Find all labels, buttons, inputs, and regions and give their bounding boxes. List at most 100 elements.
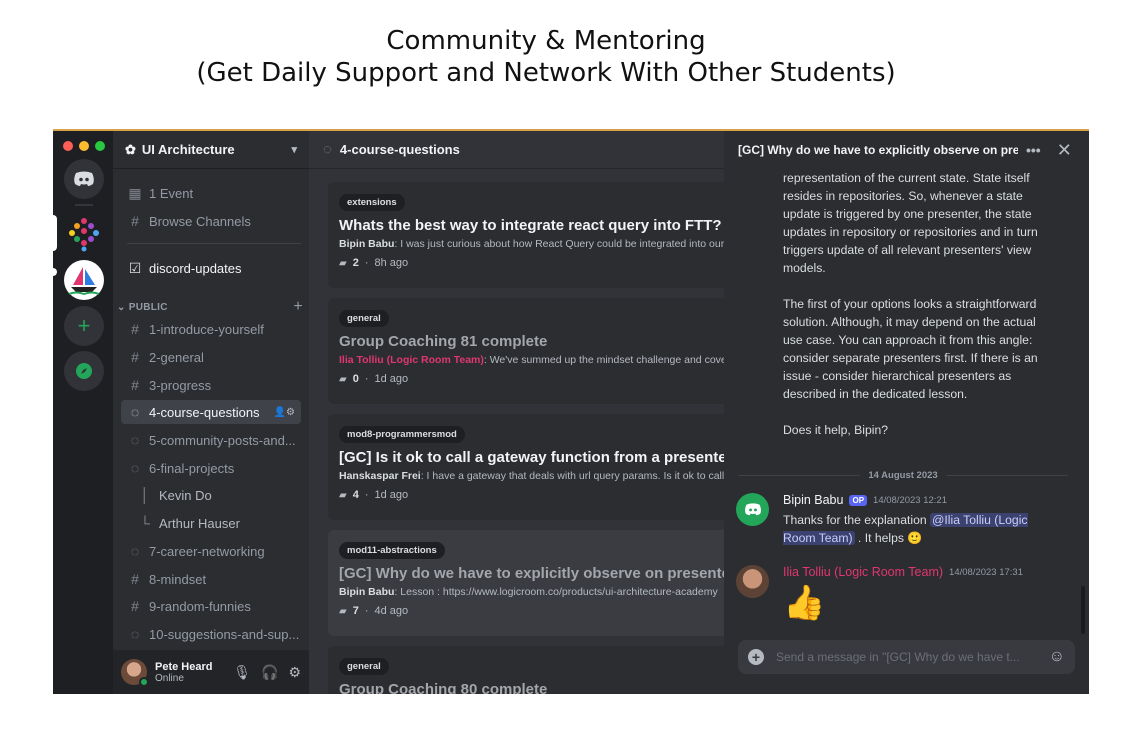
channel-8-mindset[interactable]: # 8-mindset: [121, 567, 301, 591]
user-name: Pete Heard: [155, 660, 213, 673]
thread-arthur-hauser[interactable]: └ Arthur Hauser: [131, 511, 311, 535]
post-author: Bipin Babu: [339, 586, 395, 598]
post-tag[interactable]: general: [339, 310, 389, 327]
channel-9-random-funnies[interactable]: # 9-random-funnies: [121, 594, 301, 618]
channel-label: 7-career-networking: [149, 543, 265, 559]
forum-icon: ◌: [323, 141, 332, 158]
channel-label: 1-introduce-yourself: [149, 321, 264, 337]
server-header[interactable]: ✿ UI Architecture ▾: [113, 131, 309, 169]
message-timestamp: 14/08/2023 12:21: [873, 494, 947, 506]
message: Bipin Babu OP 14/08/2023 12:21 Thanks fo…: [736, 493, 1076, 553]
thread-header: [GC] Why do we have to explicitly observ…: [724, 131, 1089, 169]
gear-icon[interactable]: ⚙: [288, 664, 301, 681]
message-author[interactable]: Bipin Babu: [783, 493, 843, 507]
forum-icon: ◌: [130, 460, 140, 476]
message-composer[interactable]: + Send a message in "[GC] Why do we have…: [738, 640, 1075, 674]
close-window-button[interactable]: [63, 141, 73, 151]
post-title: [GC] Is it ok to call a gateway function…: [339, 449, 733, 466]
message-count-icon: ▰: [339, 257, 347, 269]
logic-room-icon: [69, 218, 99, 252]
hash-icon: #: [131, 598, 139, 614]
close-icon[interactable]: ✕: [1057, 140, 1072, 161]
channel-1-introduce-yourself[interactable]: # 1-introduce-yourself: [121, 317, 301, 341]
message-count-icon: ▰: [339, 605, 347, 617]
thread-label: Kevin Do: [159, 487, 212, 503]
minimize-window-button[interactable]: [79, 141, 89, 151]
post-author: Ilia Tolliu (Logic Room Team): [339, 354, 484, 366]
emoji-picker-icon[interactable]: ☺: [1049, 648, 1065, 666]
sailboat-icon: [68, 267, 100, 295]
discord-home-button[interactable]: [64, 159, 104, 199]
channel-5-community-posts[interactable]: ◌ 5-community-posts-and...: [121, 428, 301, 452]
post-author: Bipin Babu: [339, 238, 395, 250]
forum-post[interactable]: general Group Coaching 80 complete: [328, 646, 748, 694]
message-count: 0: [352, 373, 359, 385]
message-author[interactable]: Ilia Tolliu (Logic Room Team): [783, 565, 943, 579]
avatar[interactable]: [121, 659, 149, 687]
forum-post-selected[interactable]: mod11-abstractions [GC] Why do we have t…: [328, 530, 748, 636]
microphone-icon[interactable]: 🎙: [233, 664, 251, 681]
message-count: 7: [352, 605, 359, 617]
hash-icon: #: [131, 349, 139, 365]
channel-7-career-networking[interactable]: ◌ 7-career-networking: [121, 539, 301, 563]
thread-kevin-do[interactable]: │ Kevin Do: [131, 483, 311, 507]
channel-label: 10-suggestions-and-sup...: [149, 626, 300, 642]
more-options-icon[interactable]: •••: [1026, 142, 1041, 158]
category-public[interactable]: ⌄ PUBLIC +: [117, 298, 303, 316]
op-badge: OP: [849, 494, 868, 506]
headphones-icon[interactable]: 🎧: [261, 664, 278, 681]
scrollbar[interactable]: [1081, 586, 1085, 634]
post-age: 1d ago: [374, 373, 409, 385]
message-timestamp: 14/08/2023 17:31: [949, 566, 1023, 578]
forum-post[interactable]: extensions Whats the best way to integra…: [328, 182, 748, 288]
thread-panel: [GC] Why do we have to explicitly observ…: [724, 131, 1089, 694]
user-status: Online: [155, 672, 184, 684]
avatar[interactable]: [736, 565, 769, 598]
forum-post[interactable]: mod8-programmersmod [GC] Is it ok to cal…: [328, 414, 748, 520]
post-tag[interactable]: general: [339, 658, 389, 675]
events-link[interactable]: ▦ 1 Event: [121, 181, 301, 205]
channel-discord-updates[interactable]: ☑ discord-updates: [121, 256, 301, 280]
create-channel-button[interactable]: +: [293, 298, 303, 316]
post-tag[interactable]: mod8-programmersmod: [339, 426, 465, 443]
channel-6-final-projects[interactable]: ◌ 6-final-projects: [121, 456, 301, 480]
channel-10-suggestions[interactable]: ◌ 10-suggestions-and-sup...: [121, 622, 301, 646]
page-heading-line-2: (Get Daily Support and Network With Othe…: [196, 58, 896, 88]
channel-4-course-questions[interactable]: ◌ 4-course-questions 👤⚙: [121, 400, 301, 424]
add-server-button[interactable]: +: [64, 306, 104, 346]
explore-servers-button[interactable]: [64, 351, 104, 391]
message-count-icon: ▰: [339, 489, 347, 501]
forum-channel: ◌ 4-course-questions extensions Whats th…: [309, 131, 748, 694]
post-age: 4d ago: [374, 605, 409, 617]
channel-3-progress[interactable]: # 3-progress: [121, 373, 301, 397]
server-logic-room[interactable]: [64, 213, 104, 253]
thumbs-up-emoji: 👍: [783, 584, 826, 622]
post-title: Group Coaching 80 complete: [339, 681, 548, 694]
message-body-continued: representation of the current state. Sta…: [783, 169, 1043, 457]
maximize-window-button[interactable]: [95, 141, 105, 151]
server-ui-architecture[interactable]: [64, 260, 104, 300]
channel-label: 9-random-funnies: [149, 598, 251, 614]
post-tag[interactable]: extensions: [339, 194, 405, 211]
message-count: 2: [352, 257, 359, 269]
channel-label: 2-general: [149, 349, 204, 365]
thread-label: Arthur Hauser: [159, 515, 240, 531]
hash-icon: #: [131, 377, 139, 393]
attach-icon[interactable]: +: [748, 649, 764, 665]
browse-channels-icon: #: [131, 213, 139, 229]
avatar[interactable]: [736, 493, 769, 526]
message-count: 4: [352, 489, 359, 501]
post-tag[interactable]: mod11-abstractions: [339, 542, 445, 559]
composer-placeholder[interactable]: Send a message in "[GC] Why do we have t…: [776, 650, 1021, 664]
forum-post[interactable]: general Group Coaching 81 complete Ilia …: [328, 298, 748, 404]
channel-header: ◌ 4-course-questions: [309, 131, 724, 169]
discord-window: + ✿ UI Architecture ▾ ▦ 1 Event # Browse…: [53, 129, 1089, 694]
channel-2-general[interactable]: # 2-general: [121, 345, 301, 369]
server-badge-icon: ✿: [125, 141, 136, 157]
thread-icon: │: [140, 487, 150, 503]
events-label: 1 Event: [149, 185, 194, 201]
channel-label: 6-final-projects: [149, 460, 235, 476]
browse-channels-link[interactable]: # Browse Channels: [121, 209, 301, 233]
invite-icon[interactable]: 👤⚙: [274, 407, 295, 418]
post-preview: Lesson : https://www.logicroom.co/produc…: [397, 586, 718, 598]
